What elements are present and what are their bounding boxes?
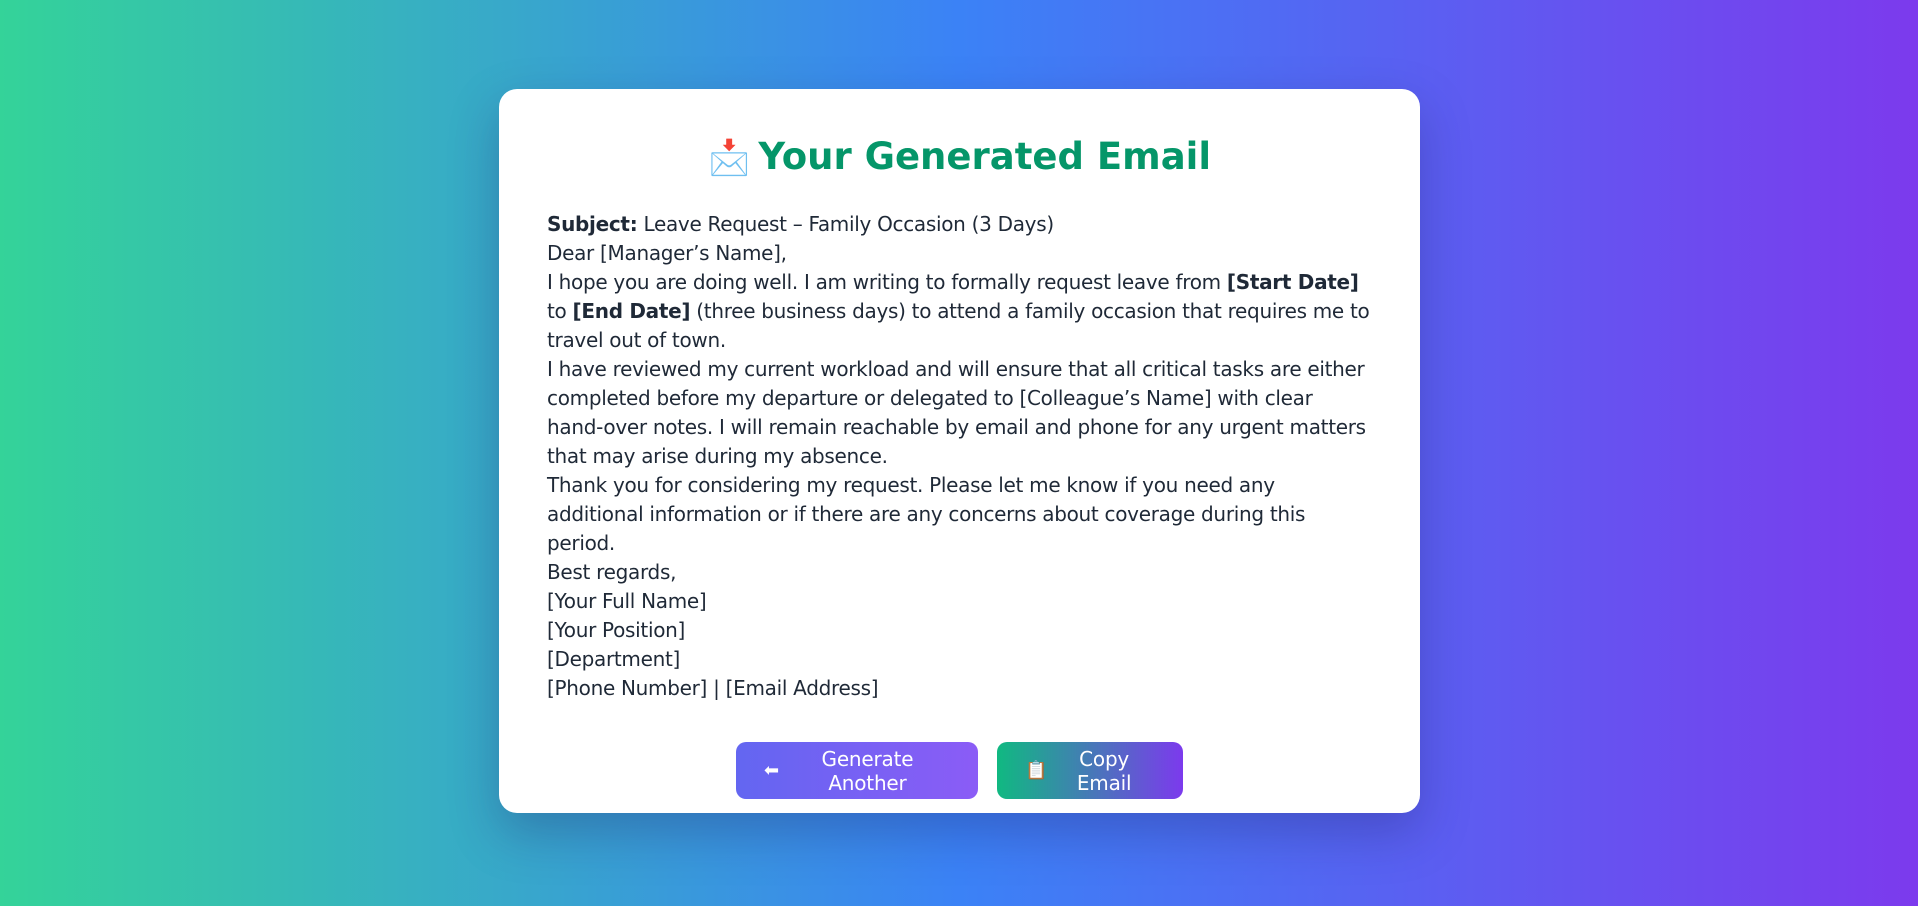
para1-text-a: I hope you are doing well. I am writing … xyxy=(547,270,1227,294)
generate-another-label: Generate Another xyxy=(821,746,914,795)
para1-text-b: to xyxy=(547,299,573,323)
start-date-placeholder: [Start Date] xyxy=(1226,270,1359,294)
email-greeting: Dear [Manager’s Name], xyxy=(547,241,787,265)
email-subject: Leave Request – Family Occasion (3 Days) xyxy=(637,212,1054,236)
email-card: 📩 Your Generated Email Subject: Leave Req… xyxy=(499,89,1420,813)
email-subject-line: Subject: Leave Request – Family Occasion… xyxy=(547,210,1372,239)
email-paragraph-1: I hope you are doing well. I am writing … xyxy=(547,268,1372,355)
signature-position: [Your Position] xyxy=(547,618,686,642)
action-buttons: ⬅ Generate Another 📋 Copy Email xyxy=(547,742,1372,799)
copy-email-button[interactable]: 📋 Copy Email xyxy=(997,742,1183,799)
end-date-placeholder: [End Date] xyxy=(572,299,691,323)
signature-contact: [Phone Number] | [Email Address] xyxy=(547,676,879,700)
email-paragraph-3: Thank you for considering my request. Pl… xyxy=(547,473,1306,555)
email-body: Subject: Leave Request – Family Occasion… xyxy=(547,210,1372,703)
email-subject-label: Subject: xyxy=(547,212,638,236)
signature-department: [Department] xyxy=(547,647,681,671)
inbox-tray-envelope-icon: 📩 xyxy=(707,138,751,178)
copy-email-label: Copy Email xyxy=(1076,746,1132,795)
page-title: 📩 Your Generated Email xyxy=(547,135,1372,180)
email-closing: Best regards, xyxy=(547,560,677,584)
email-paragraph-2: I have reviewed my current workload and … xyxy=(547,357,1366,468)
signature-name: [Your Full Name] xyxy=(547,589,707,613)
clipboard-icon: 📋 xyxy=(1025,760,1048,781)
page-title-text: Your Generated Email xyxy=(758,135,1212,178)
generate-another-button[interactable]: ⬅ Generate Another xyxy=(736,742,978,799)
left-arrow-icon: ⬅ xyxy=(764,760,779,781)
